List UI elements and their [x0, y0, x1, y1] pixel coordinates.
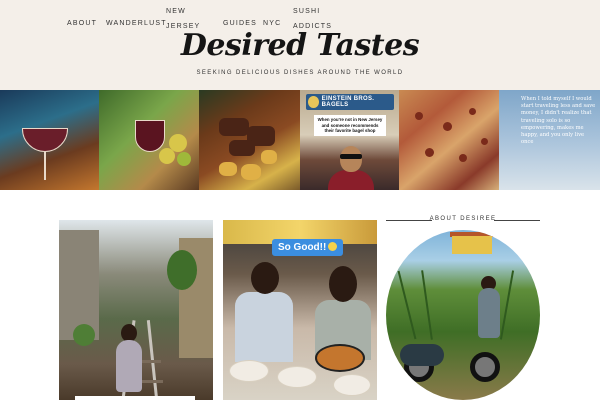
pizza-topping — [415, 112, 423, 120]
diner-head — [251, 262, 279, 294]
about-title: ABOUT DESIREE — [429, 216, 497, 222]
traveler-figure — [116, 340, 142, 392]
potato-image — [241, 164, 261, 180]
motorcycle-image — [400, 338, 512, 382]
strip-photo-quote[interactable]: When I told myself I would start traveli… — [499, 90, 600, 190]
strip-photo-wine-cheese[interactable] — [99, 90, 199, 190]
pizza-topping — [469, 108, 476, 115]
sidecar-image — [400, 344, 444, 366]
so-good-sticker: So Good!! — [272, 239, 344, 256]
fruit-image — [177, 152, 191, 166]
potato-image — [219, 162, 237, 176]
vineyard-row — [421, 270, 433, 340]
wine-glass-image — [135, 120, 165, 152]
strip-photo-bagels-meme[interactable]: EINSTEIN BROS. BAGELS When you're not in… — [300, 90, 399, 190]
bagel-logo-icon — [308, 96, 319, 108]
pizza-topping — [443, 122, 452, 131]
plate-image — [277, 366, 317, 388]
plate-image — [333, 374, 371, 396]
strip-photo-pizza[interactable] — [399, 90, 499, 190]
steak-image — [219, 118, 249, 136]
fruit-image — [159, 148, 175, 164]
building-image — [59, 230, 99, 340]
post-thumbnail-so-good[interactable]: So Good!! — [223, 220, 377, 400]
nav-about[interactable]: ABOUT — [67, 20, 97, 27]
vineyard-row — [397, 270, 417, 340]
so-good-text: So Good!! — [278, 242, 327, 253]
diner-head — [329, 266, 357, 302]
meme-person-body — [328, 170, 374, 190]
plant-image — [73, 324, 95, 346]
pizza-topping — [459, 154, 467, 162]
bagel-sign-text: EINSTEIN BROS. BAGELS — [321, 96, 375, 108]
nav-guides[interactable]: GUIDES — [223, 20, 257, 27]
diner-body — [235, 292, 293, 362]
paella-pan-image — [315, 344, 365, 372]
villa-image — [452, 236, 492, 254]
strip-photo-steak[interactable] — [199, 90, 300, 190]
nav-nyc[interactable]: NYC — [263, 20, 281, 27]
pizza-topping — [481, 138, 488, 145]
vineyard-row — [499, 270, 515, 340]
travel-quote: When I told myself I would start traveli… — [521, 96, 596, 146]
plant-image — [167, 250, 197, 290]
nav-wanderlust[interactable]: WANDERLUST — [106, 20, 167, 27]
instagram-strip: EINSTEIN BROS. BAGELS When you're not in… — [0, 90, 600, 190]
sunglasses-icon — [340, 154, 362, 159]
about-photo[interactable] — [386, 230, 540, 400]
site-header: ABOUT WANDERLUST NEW JERSEY GUIDES NYC S… — [0, 0, 600, 90]
strip-photo-cocktail[interactable] — [0, 90, 99, 190]
site-tagline: SEEKING DELICIOUS DISHES AROUND THE WORL… — [196, 70, 404, 76]
site-logo[interactable]: Desired Tastes — [0, 28, 600, 63]
post-caption-bar — [75, 396, 195, 400]
bagel-sign: EINSTEIN BROS. BAGELS — [306, 94, 394, 110]
rider-figure — [478, 288, 500, 338]
cocktail-stem-image — [44, 152, 46, 180]
meme-caption: When you're not in New Jersey and someon… — [314, 115, 386, 136]
cocktail-glass-image — [22, 128, 68, 152]
smile-emoji-icon — [328, 242, 338, 251]
pizza-topping — [425, 148, 434, 157]
post-thumbnail-train-street[interactable] — [59, 220, 213, 400]
potato-image — [261, 150, 277, 164]
plate-image — [229, 360, 269, 382]
steak-image — [229, 140, 255, 156]
motorcycle-wheel — [470, 352, 500, 382]
meme-person-head — [340, 146, 362, 172]
